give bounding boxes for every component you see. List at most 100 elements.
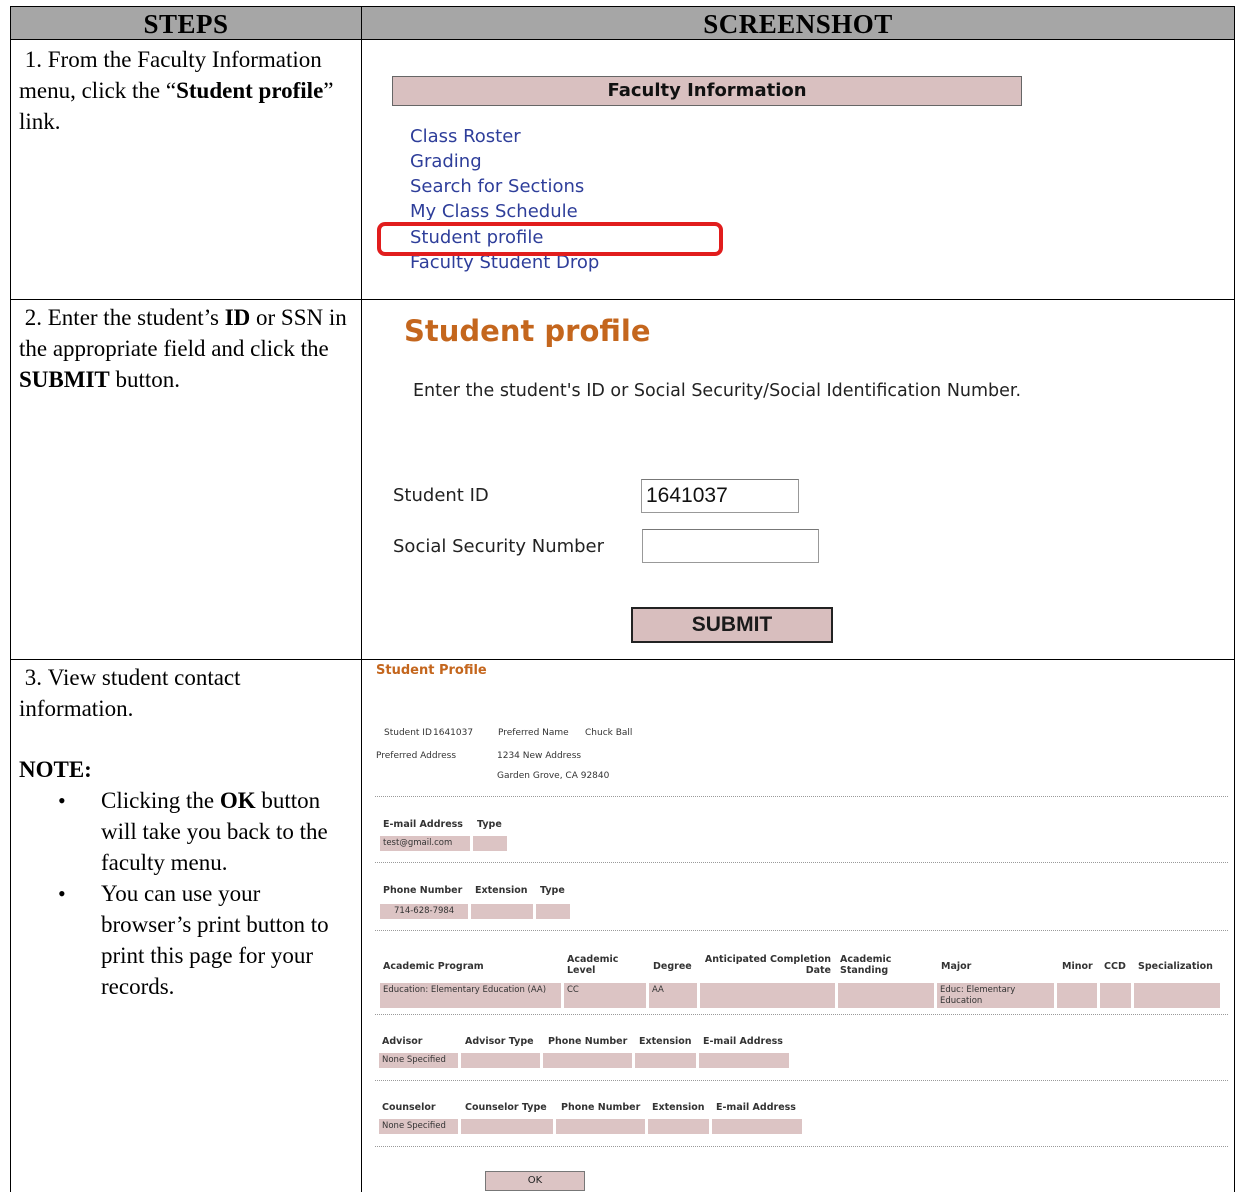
note-1-text: Clicking the (101, 788, 220, 813)
counselor-phone-value (556, 1119, 645, 1134)
advisor-type-value (461, 1053, 540, 1068)
email-type-header: Type (477, 819, 502, 830)
counselor-header: Counselor (382, 1102, 436, 1113)
table-border-left (10, 40, 11, 1192)
step-2-bold-id: ID (224, 305, 251, 330)
form-instruction: Enter the student's ID or Social Securit… (413, 381, 1022, 401)
steps-column-header: STEPS (10, 6, 362, 40)
counselor-value: None Specified (379, 1119, 458, 1134)
academic-level-header: Academic Level (567, 954, 619, 976)
advisor-email-header: E-mail Address (703, 1036, 783, 1047)
step-3-instruction: View student contact information. (19, 665, 241, 721)
advisor-extension-header: Extension (639, 1036, 692, 1047)
step-2-instruction: Enter the student’s (47, 305, 225, 330)
extension-value (471, 904, 533, 919)
section-divider (375, 1146, 1228, 1147)
student-id-input[interactable] (641, 479, 799, 513)
extension-header: Extension (475, 885, 528, 896)
advisor-email-value (699, 1053, 789, 1068)
counselor-extension-value (648, 1119, 709, 1134)
phone-header: Phone Number (383, 885, 463, 896)
note-item-print: You can use your browser’s print button … (58, 878, 349, 1002)
student-id-value: 1641037 (433, 728, 474, 738)
instruction-document: STEPS SCREENSHOT 1. From the Faculty Inf… (0, 0, 1235, 1192)
address-line-1: 1234 New Address (497, 751, 582, 761)
section-divider (375, 862, 1228, 863)
phone-value: 714-628-7984 (380, 904, 468, 919)
major-header: Major (941, 961, 972, 972)
counselor-extension-header: Extension (652, 1102, 705, 1113)
counselor-type-header: Counselor Type (465, 1102, 547, 1113)
section-divider (375, 1014, 1228, 1015)
menu-link-my-class-schedule[interactable]: My Class Schedule (410, 201, 578, 220)
section-divider (375, 796, 1228, 797)
step-2-bold-submit: SUBMIT (19, 367, 110, 392)
advisor-extension-value (635, 1053, 696, 1068)
advisor-type-header: Advisor Type (465, 1036, 534, 1047)
form-page-title: Student profile (404, 314, 651, 348)
note-heading: NOTE: (19, 757, 92, 782)
completion-date-header: Anticipated Completion Date (704, 954, 831, 976)
step-3-text: 3. View student contact information. NOT… (19, 662, 349, 1002)
academic-standing-value (838, 983, 934, 1008)
specialization-header: Specialization (1138, 961, 1213, 972)
student-id-label: Student ID (384, 728, 432, 738)
menu-link-grading[interactable]: Grading (410, 151, 482, 176)
specialization-value (1134, 983, 1220, 1008)
profile-page-title: Student Profile (376, 663, 487, 678)
note-1-bold-ok: OK (219, 788, 256, 813)
note-item-ok: Clicking the OK button will take you bac… (58, 785, 349, 878)
completion-date-value (700, 983, 835, 1008)
academic-standing-header: Academic Standing (840, 954, 892, 976)
step-number: 3. (24, 665, 42, 690)
academic-program-header: Academic Program (383, 961, 484, 972)
email-type-value (473, 836, 507, 851)
preferred-name-label: Preferred Name (498, 728, 569, 738)
faculty-information-header: Faculty Information (392, 76, 1022, 106)
step-1-bold-link-name: Student profile (176, 78, 324, 103)
preferred-address-label: Preferred Address (376, 751, 457, 761)
step-2-instruction-end: button. (109, 367, 181, 392)
table-divider-column (361, 40, 362, 1192)
minor-value (1057, 983, 1097, 1008)
ssn-label: Social Security Number (393, 536, 605, 557)
step-1-text: 1. From the Faculty Information menu, cl… (19, 44, 349, 137)
step-number: 1. (24, 47, 42, 72)
degree-header: Degree (653, 961, 692, 972)
email-value: test@gmail.com (380, 836, 470, 851)
preferred-name-value: Chuck Ball (585, 728, 633, 738)
menu-link-faculty-student-drop[interactable]: Faculty Student Drop (410, 256, 599, 272)
ccd-value (1100, 983, 1131, 1008)
row-divider-2 (10, 659, 1235, 660)
academic-program-value: Education: Elementary Education (AA) (380, 983, 561, 1008)
ssn-input[interactable] (642, 529, 819, 563)
note-list: Clicking the OK button will take you bac… (19, 785, 349, 1002)
phone-type-value (536, 904, 570, 919)
email-header: E-mail Address (383, 819, 463, 830)
degree-value: AA (649, 983, 697, 1008)
step-number: 2. (24, 305, 42, 330)
major-value: Educ: Elementary Education (937, 983, 1054, 1008)
row-divider-1 (10, 299, 1235, 300)
address-line-2: Garden Grove, CA 92840 (497, 771, 610, 781)
counselor-email-header: E-mail Address (716, 1102, 796, 1113)
advisor-phone-header: Phone Number (548, 1036, 628, 1047)
highlight-box (377, 222, 723, 256)
advisor-phone-value (543, 1053, 632, 1068)
ccd-header: CCD (1104, 961, 1126, 972)
submit-button[interactable]: SUBMIT (631, 607, 833, 643)
menu-link-search-sections[interactable]: Search for Sections (410, 176, 584, 201)
counselor-email-value (712, 1119, 802, 1134)
academic-level-value: CC (564, 983, 646, 1008)
section-divider (375, 930, 1228, 931)
phone-type-header: Type (540, 885, 565, 896)
counselor-phone-header: Phone Number (561, 1102, 641, 1113)
minor-header: Minor (1062, 961, 1093, 972)
ok-button[interactable]: OK (485, 1171, 585, 1191)
menu-link-class-roster[interactable]: Class Roster (410, 126, 521, 151)
section-divider (375, 1080, 1228, 1081)
counselor-type-value (461, 1119, 553, 1134)
step-2-text: 2. Enter the student’s ID or SSN in the … (19, 302, 349, 395)
advisor-value: None Specified (379, 1053, 458, 1068)
screenshot-column-header: SCREENSHOT (361, 6, 1235, 40)
